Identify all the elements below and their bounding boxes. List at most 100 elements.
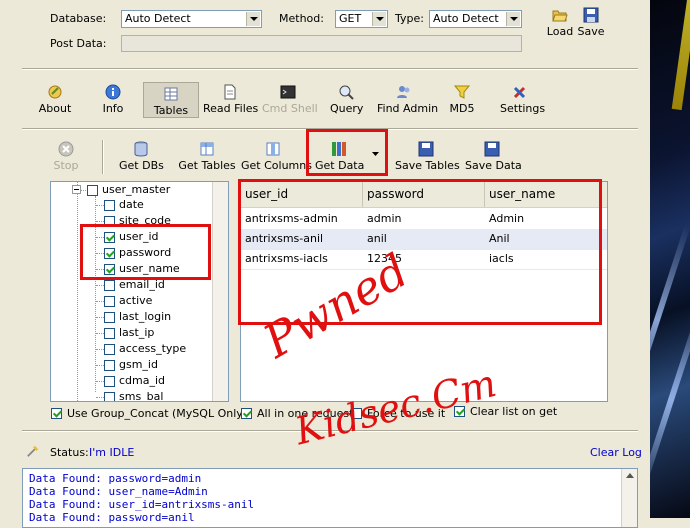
tools-icon [513,86,526,99]
database-icon [134,141,148,157]
column-checkbox[interactable] [104,360,115,371]
method-select[interactable]: GET [335,10,388,28]
find-admin-label: Find Admin [377,102,439,115]
column-checkbox[interactable] [104,392,115,401]
column-tree[interactable]: user_master date site_code user_id password… [50,181,229,402]
type-label: Type: [395,12,424,25]
column-checkbox[interactable] [104,328,115,339]
table-icon [164,87,178,101]
tree-line [77,182,78,401]
tree-column-name[interactable]: gsm_id [119,358,158,371]
tree-line [96,349,104,350]
settings-label: Settings [500,102,546,115]
md5-label: MD5 [449,102,475,115]
database-select[interactable]: Auto Detect [121,10,262,28]
get-columns-button[interactable]: Get Columns [241,141,312,172]
app-window: Database: Auto Detect Method: GET Type: … [0,0,650,528]
status-label: Status: [50,446,89,459]
find-admin-button[interactable]: Find Admin [377,84,438,115]
tree-line [96,365,104,366]
floppy-disk-icon [484,141,500,157]
load-button[interactable]: Load [545,7,575,38]
save-tables-button[interactable]: Save Tables [395,141,460,172]
tables-tab[interactable]: Tables [143,82,199,118]
tables-label: Tables [153,104,189,117]
column-checkbox[interactable] [104,296,115,307]
highlight-selected-columns [80,224,211,280]
load-label: Load [546,25,574,38]
clear-log-link[interactable]: Clear Log [590,446,642,459]
all-in-one-checkbox[interactable] [241,408,252,419]
tree-column-name[interactable]: last_login [119,310,171,323]
save-button[interactable]: Save [576,7,606,38]
tree-line [96,397,104,398]
floppy-disk-icon [583,7,599,23]
desktop-decoration [671,0,690,111]
tree-line [96,285,104,286]
save-tables-label: Save Tables [395,159,460,172]
column-checkbox[interactable] [104,312,115,323]
divider [102,140,104,174]
columns-icon [266,142,280,156]
info-button[interactable]: Info [98,84,128,115]
info-icon [105,84,121,100]
settings-button[interactable]: Settings [500,84,545,115]
tree-column-name[interactable]: cdma_id [119,374,165,387]
column-checkbox[interactable] [104,344,115,355]
tree-column-name[interactable]: date [119,198,144,211]
tree-column-name[interactable]: active [119,294,152,307]
query-icon [339,85,354,100]
group-concat-checkbox[interactable] [51,408,62,419]
cmd-shell-button[interactable]: Cmd Shell [262,84,318,115]
cmd-shell-label: Cmd Shell [262,102,318,115]
column-checkbox[interactable] [104,200,115,211]
read-files-label: Read Files [203,102,259,115]
tree-line [96,333,104,334]
folder-open-icon [552,10,568,22]
tree-column-name[interactable]: access_type [119,342,186,355]
get-columns-label: Get Columns [241,159,312,172]
terminal-icon [280,85,296,99]
desktop-decoration [650,223,690,417]
save-data-button[interactable]: Save Data [465,141,522,172]
save-label: Save [577,25,605,38]
filter-icon [454,85,470,99]
status-icon [27,445,39,457]
collapse-icon[interactable] [72,185,81,194]
type-select[interactable]: Auto Detect [429,10,522,28]
type-select-value: Auto Detect [433,12,499,25]
log-output[interactable]: Data Found: password=admin Data Found: u… [22,468,638,528]
read-files-button[interactable]: Read Files [203,84,259,115]
get-dbs-label: Get DBs [119,159,164,172]
log-scrollbar[interactable] [621,469,637,527]
get-dbs-button[interactable]: Get DBs [119,141,164,172]
stop-button[interactable]: Stop [52,141,80,172]
get-tables-button[interactable]: Get Tables [178,141,236,172]
tree-table-name: user_master [102,183,171,196]
column-checkbox[interactable] [104,280,115,291]
tree-line [96,205,104,206]
tree-column-name[interactable]: sms_bal [119,390,163,401]
chevron-down-icon[interactable] [372,12,386,26]
get-tables-label: Get Tables [178,159,236,172]
file-icon [224,84,236,100]
database-select-value: Auto Detect [125,12,191,25]
chevron-up-icon[interactable] [626,473,634,478]
info-label: Info [102,102,124,115]
about-button[interactable]: About [37,84,73,115]
query-button[interactable]: Query [330,84,364,115]
chevron-down-icon[interactable] [246,12,260,26]
table-checkbox[interactable] [87,185,98,196]
database-label: Database: [50,12,107,25]
stop-icon [58,141,74,157]
users-icon [397,86,410,98]
post-data-input[interactable] [121,35,522,52]
tree-scrollbar[interactable] [212,182,228,401]
divider [22,68,638,70]
query-label: Query [330,102,364,115]
column-checkbox[interactable] [104,376,115,387]
tree-column-name[interactable]: last_ip [119,326,154,339]
chevron-down-icon[interactable] [506,12,520,26]
tree-line [96,301,104,302]
md5-button[interactable]: MD5 [448,84,476,115]
